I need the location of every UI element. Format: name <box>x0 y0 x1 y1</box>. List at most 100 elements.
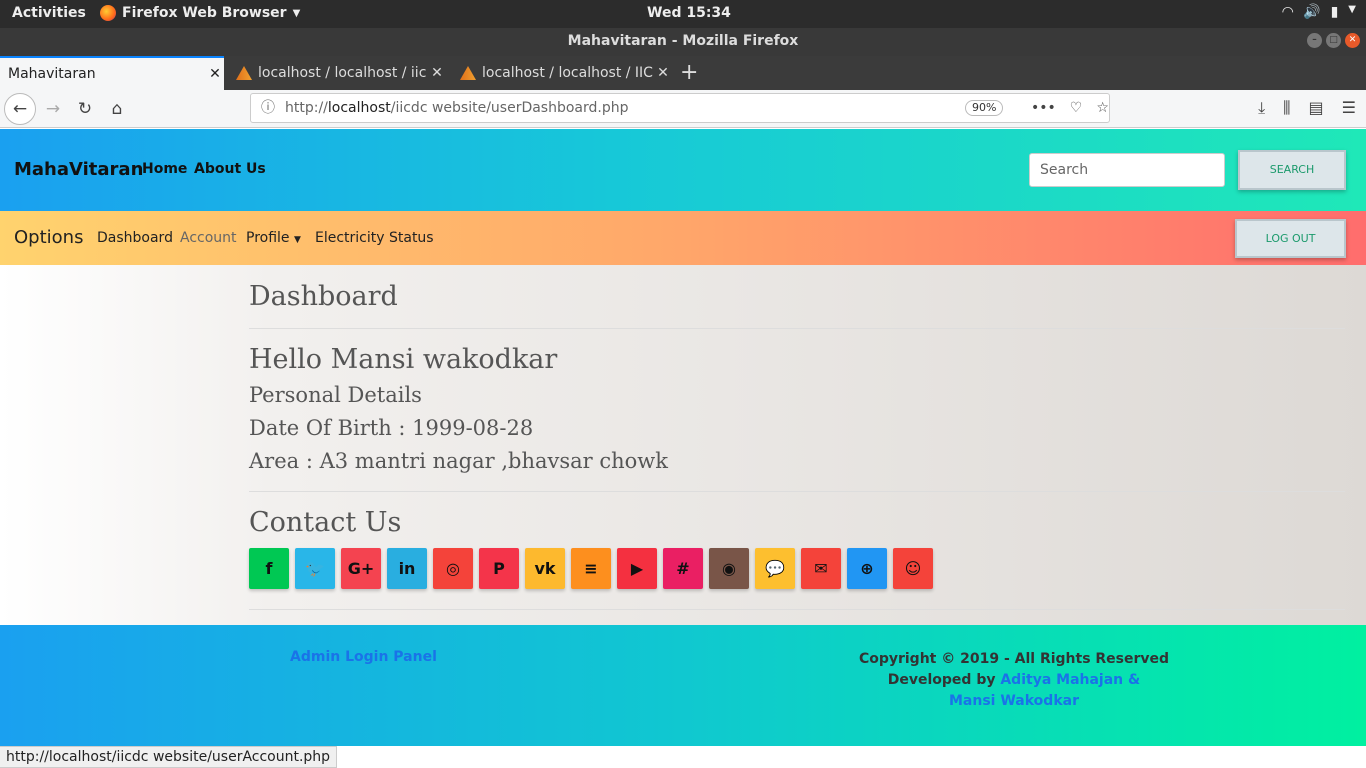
maximize-icon[interactable]: □ <box>1326 33 1341 48</box>
pinterest-icon: P <box>493 559 505 578</box>
nav-home[interactable]: Home <box>142 161 187 177</box>
nav-profile[interactable]: Profile ▼ <box>246 230 301 246</box>
search-button[interactable]: SEARCH <box>1238 150 1346 190</box>
facebook-button[interactable]: f <box>249 548 289 589</box>
developer-link-1[interactable]: Aditya Mahajan & <box>1000 672 1140 688</box>
sidebar-icon[interactable]: ▤ <box>1309 98 1324 118</box>
social-buttons: f 🐦 G+ in ◎ Pvk ≡ ▶ # ◉ 💬 ✉ ⊕ ☺ <box>249 548 933 589</box>
date-of-birth: Date Of Birth : 1999-08-28 <box>249 416 534 440</box>
battery-icon: ▮ <box>1330 4 1339 20</box>
options-bar: Options Dashboard Account Profile ▼ Elec… <box>0 211 1366 265</box>
activities-button[interactable]: Activities <box>12 5 86 21</box>
email-button[interactable]: ✉ <box>801 548 841 589</box>
divider <box>249 609 1345 610</box>
close-icon[interactable]: ✕ <box>1345 33 1360 48</box>
app-menu-label: Firefox Web Browser <box>122 5 287 21</box>
slack-button[interactable]: # <box>663 548 703 589</box>
email-icon: ✉ <box>814 559 828 578</box>
search-input[interactable]: Search <box>1029 153 1225 187</box>
admin-login-link[interactable]: Admin Login Panel <box>290 649 437 665</box>
vk-button[interactable]: vk <box>525 548 565 589</box>
menu-icon[interactable]: ☰ <box>1342 98 1356 118</box>
google-plus-button[interactable]: G+ <box>341 548 381 589</box>
dribbble-icon: ⊕ <box>860 559 874 578</box>
nav-dashboard[interactable]: Dashboard <box>97 230 173 246</box>
url-actions: ••• ♡ ☆ <box>1031 94 1109 122</box>
instagram-button[interactable]: ◎ <box>433 548 473 589</box>
back-icon[interactable]: ← <box>4 93 36 125</box>
comments-icon: 💬 <box>765 559 785 578</box>
github-button[interactable]: ◉ <box>709 548 749 589</box>
zoom-indicator[interactable]: 90% <box>965 100 1004 116</box>
pinterest-button[interactable]: P <box>479 548 519 589</box>
nav-about-us[interactable]: About Us <box>194 161 266 177</box>
logout-button[interactable]: LOG OUT <box>1235 219 1346 258</box>
tab-phpmyadmin-2[interactable]: localhost / localhost / IIC ✕ <box>452 56 672 90</box>
reddit-button[interactable]: ☺ <box>893 548 933 589</box>
close-tab-icon[interactable]: ✕ <box>428 65 446 81</box>
slack-icon: # <box>676 559 690 578</box>
tab-phpmyadmin-1[interactable]: localhost / localhost / iic ✕ <box>228 56 446 90</box>
tab-label: localhost / localhost / IIC <box>482 65 653 81</box>
close-tab-icon[interactable]: ✕ <box>206 66 224 82</box>
reddit-icon: ☺ <box>904 559 922 578</box>
copyright-text: Copyright © 2019 - All Rights Reserved <box>858 651 1170 667</box>
linkedin-icon: in <box>398 559 416 578</box>
stack-overflow-icon: ≡ <box>584 559 598 578</box>
status-bar-url: http://localhost/iicdc website/userAccou… <box>0 746 338 768</box>
comments-button[interactable]: 💬 <box>755 548 795 589</box>
bookmark-star-icon[interactable]: ☆ <box>1096 94 1109 122</box>
download-icon[interactable]: ⤓ <box>1258 98 1265 118</box>
dribbble-button[interactable]: ⊕ <box>847 548 887 589</box>
more-actions-icon[interactable]: ••• <box>1031 94 1056 122</box>
github-icon: ◉ <box>722 559 736 578</box>
home-icon[interactable]: ⌂ <box>102 94 132 124</box>
greeting: Hello Mansi wakodkar <box>249 344 558 375</box>
linkedin-button[interactable]: in <box>387 548 427 589</box>
copyright-block: Copyright © 2019 - All Rights Reserved D… <box>814 649 1214 712</box>
caret-down-icon: ▼ <box>293 235 301 245</box>
pocket-icon[interactable]: ♡ <box>1070 94 1083 122</box>
youtube-button[interactable]: ▶ <box>617 548 657 589</box>
minimize-icon[interactable]: – <box>1307 33 1322 48</box>
system-tray[interactable]: ◠ 🔊 ▮ ▼ <box>1282 4 1356 20</box>
forward-icon[interactable]: → <box>38 94 68 124</box>
vk-icon: vk <box>534 559 556 578</box>
info-icon[interactable]: ⓘ <box>261 94 275 122</box>
google-plus-icon: G+ <box>347 559 375 578</box>
window-title-bar: Mahavitaran - Mozilla Firefox – □ ✕ <box>0 28 1366 56</box>
toolbar-right: ⤓ ⫼ ▤ ☰ <box>1258 98 1356 118</box>
firefox-icon <box>100 5 116 21</box>
tab-label: localhost / localhost / iic <box>258 65 427 81</box>
nav-account[interactable]: Account <box>180 230 237 246</box>
phpmyadmin-icon <box>460 66 476 80</box>
nav-electricity-status[interactable]: Electricity Status <box>315 230 434 246</box>
reload-icon[interactable]: ↻ <box>70 94 100 124</box>
site-brand[interactable]: MahaVitaran <box>14 159 143 180</box>
new-tab-icon[interactable]: + <box>680 60 698 85</box>
navigation-toolbar: ← → ↻ ⌂ ⓘ http://localhost/iicdc website… <box>0 90 1366 128</box>
library-icon[interactable]: ⫼ <box>1283 98 1290 118</box>
developed-by-line: Developed by Aditya Mahajan & <box>814 670 1214 691</box>
volume-icon: 🔊 <box>1303 4 1321 20</box>
url-bar[interactable]: ⓘ http://localhost/iicdc website/userDas… <box>250 93 1110 123</box>
system-top-bar: Activities Firefox Web Browser ▼ Wed 15:… <box>0 0 1366 28</box>
main-content: Dashboard Hello Mansi wakodkar Personal … <box>0 265 1366 625</box>
tab-strip: Mahavitaran ✕ localhost / localhost / ii… <box>0 56 1366 90</box>
clock[interactable]: Wed 15:34 <box>647 5 731 21</box>
options-brand[interactable]: Options <box>14 227 83 248</box>
divider <box>249 328 1345 329</box>
stack-overflow-button[interactable]: ≡ <box>571 548 611 589</box>
facebook-icon: f <box>265 559 273 578</box>
developed-by-label: Developed by <box>887 672 1001 688</box>
contact-title: Contact Us <box>249 507 402 538</box>
window-controls: – □ ✕ <box>1307 33 1360 48</box>
developer-link-2[interactable]: Mansi Wakodkar <box>814 691 1214 712</box>
tab-label: Mahavitaran <box>8 66 96 82</box>
app-menu[interactable]: Firefox Web Browser ▼ <box>100 5 300 21</box>
url-prefix: http:// <box>285 100 328 116</box>
area: Area : A3 mantri nagar ,bhavsar chowk <box>249 449 668 473</box>
tab-mahavitaran[interactable]: Mahavitaran ✕ <box>0 56 224 90</box>
close-tab-icon[interactable]: ✕ <box>654 65 672 81</box>
twitter-button[interactable]: 🐦 <box>295 548 335 589</box>
